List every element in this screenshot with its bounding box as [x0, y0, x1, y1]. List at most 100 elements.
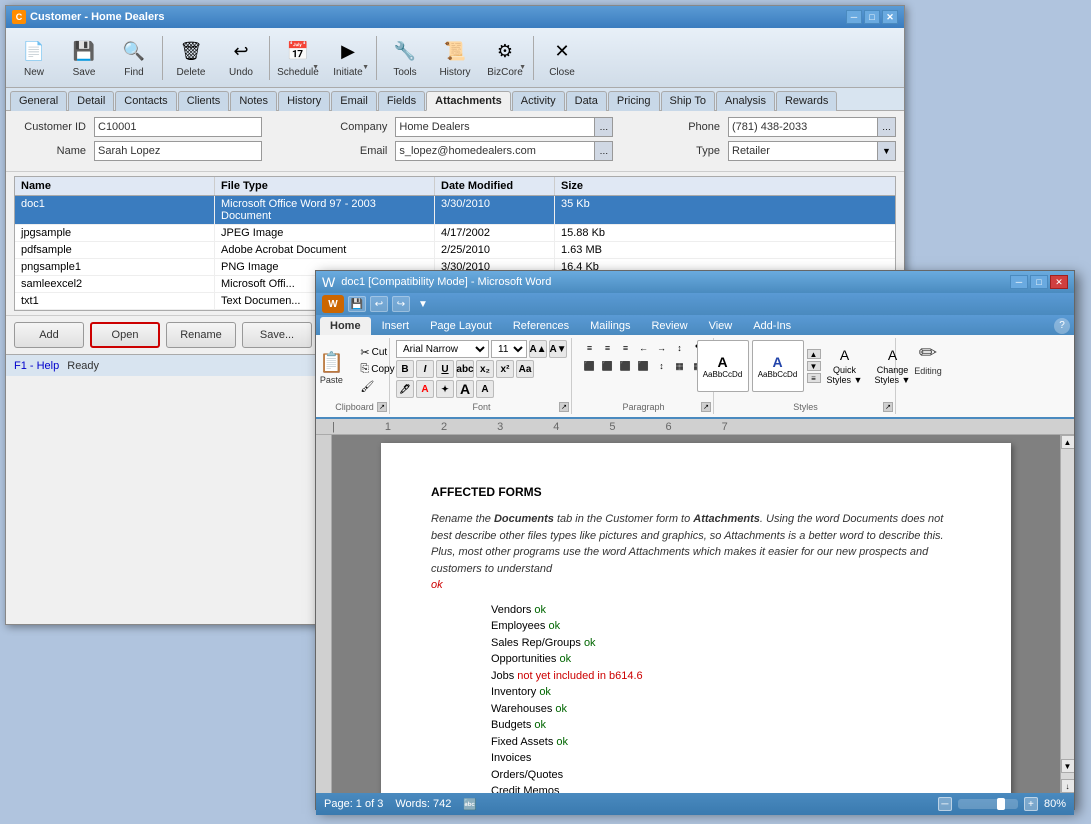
tab-ship-to[interactable]: Ship To	[661, 91, 716, 111]
toolbar-schedule[interactable]: 📅 Schedule ▼	[274, 32, 322, 84]
superscript-btn[interactable]: x²	[496, 360, 514, 378]
word-tab-references[interactable]: References	[503, 317, 579, 335]
email-lookup-btn[interactable]: …	[595, 141, 613, 161]
type-input[interactable]	[728, 141, 878, 161]
italic-btn[interactable]: I	[416, 360, 434, 378]
clear-format-btn[interactable]: ✦	[436, 380, 454, 398]
style-normal[interactable]: A AaBbCcDd	[697, 340, 749, 392]
open-button[interactable]: Open	[90, 322, 160, 348]
line-spacing-btn[interactable]: ↕	[654, 358, 670, 374]
align-left-btn[interactable]: ⬛	[582, 358, 598, 374]
style-heading1[interactable]: A AaBbCcDd	[752, 340, 804, 392]
strikethrough-btn[interactable]: abc	[456, 360, 474, 378]
numbered-btn[interactable]: ≡	[600, 340, 616, 356]
word-minimize-btn[interactable]: ─	[1010, 275, 1028, 289]
toolbar-new[interactable]: 📄 New	[10, 32, 58, 84]
word-tab-mailings[interactable]: Mailings	[580, 317, 640, 335]
font-color-btn[interactable]: A	[416, 380, 434, 398]
word-tab-review[interactable]: Review	[641, 317, 697, 335]
tab-detail[interactable]: Detail	[68, 91, 114, 111]
toolbar-find[interactable]: 🔍 Find	[110, 32, 158, 84]
add-button[interactable]: Add	[14, 322, 84, 348]
maximize-button[interactable]: □	[864, 10, 880, 24]
decrease-font-btn[interactable]: A▼	[549, 340, 567, 358]
tab-fields[interactable]: Fields	[378, 91, 425, 111]
font-size-select[interactable]: 11	[491, 340, 527, 358]
qa-save-btn[interactable]: 💾	[348, 296, 366, 312]
change-case-btn[interactable]: Aa	[516, 360, 534, 378]
styles-up-btn[interactable]: ▲	[807, 349, 821, 359]
zoom-in-btn[interactable]: +	[1024, 797, 1038, 811]
bullets-btn[interactable]: ≡	[582, 340, 598, 356]
company-input[interactable]	[395, 117, 595, 137]
tab-general[interactable]: General	[10, 91, 67, 111]
font-size-small-btn[interactable]: A	[476, 380, 494, 398]
toolbar-undo[interactable]: ↩ Undo	[217, 32, 265, 84]
bold-btn[interactable]: B	[396, 360, 414, 378]
styles-down-btn[interactable]: ▼	[807, 361, 821, 371]
rename-button[interactable]: Rename	[166, 322, 236, 348]
phone-input[interactable]	[728, 117, 878, 137]
tab-history[interactable]: History	[278, 91, 330, 111]
font-expand-btn[interactable]: ↗	[559, 402, 569, 412]
zoom-slider[interactable]	[958, 799, 1018, 809]
toolbar-close[interactable]: ✕ Close	[538, 32, 586, 84]
quick-styles-btn[interactable]: A QuickStyles ▼	[823, 341, 867, 391]
highlight-btn[interactable]: 🖊	[396, 380, 414, 398]
word-tab-home[interactable]: Home	[320, 317, 371, 335]
file-row-doc1[interactable]: doc1 Microsoft Office Word 97 - 2003 Doc…	[15, 196, 895, 225]
toolbar-tools[interactable]: 🔧 Tools	[381, 32, 429, 84]
help-icon[interactable]: ?	[1054, 318, 1070, 334]
scroll-down-btn[interactable]: ▼	[1061, 759, 1075, 773]
justify-btn[interactable]: ⬛	[636, 358, 652, 374]
customer-id-input[interactable]	[94, 117, 262, 137]
file-row-jpg[interactable]: jpgsample JPEG Image 4/17/2002 15.88 Kb	[15, 225, 895, 242]
toolbar-history[interactable]: 📜 History	[431, 32, 479, 84]
type-dropdown-btn[interactable]: ▼	[878, 141, 896, 161]
close-button[interactable]: ✕	[882, 10, 898, 24]
decrease-indent-btn[interactable]: ←	[636, 340, 652, 356]
styles-expand-btn[interactable]: ↗	[883, 402, 893, 412]
align-center-btn[interactable]: ⬛	[600, 358, 616, 374]
word-tab-view[interactable]: View	[699, 317, 743, 335]
tab-pricing[interactable]: Pricing	[608, 91, 660, 111]
tab-contacts[interactable]: Contacts	[115, 91, 176, 111]
qa-undo-btn[interactable]: ↩	[370, 296, 388, 312]
tab-rewards[interactable]: Rewards	[776, 91, 837, 111]
scroll-up-btn[interactable]: ▲	[1061, 435, 1075, 449]
font-name-select[interactable]: Arial Narrow	[396, 340, 489, 358]
toolbar-save[interactable]: 💾 Save	[60, 32, 108, 84]
phone-lookup-btn[interactable]: …	[878, 117, 896, 137]
word-doc-scroll[interactable]: AFFECTED FORMS Rename the Documents tab …	[332, 435, 1060, 793]
toolbar-bizcore[interactable]: ⚙ BizCore ▼	[481, 32, 529, 84]
font-size-up-btn[interactable]: A	[456, 380, 474, 398]
tab-activity[interactable]: Activity	[512, 91, 565, 111]
tab-data[interactable]: Data	[566, 91, 607, 111]
tab-notes[interactable]: Notes	[230, 91, 277, 111]
word-tab-addins[interactable]: Add-Ins	[743, 317, 801, 335]
shading-btn[interactable]: ▦	[672, 358, 688, 374]
multilevel-btn[interactable]: ≡	[618, 340, 634, 356]
paste-btn[interactable]: 📋 Paste	[309, 341, 353, 397]
tab-clients[interactable]: Clients	[178, 91, 230, 111]
office-button[interactable]: W	[322, 295, 344, 313]
clipboard-expand-btn[interactable]: ↗	[377, 402, 387, 412]
increase-indent-btn[interactable]: →	[654, 340, 670, 356]
tab-analysis[interactable]: Analysis	[716, 91, 775, 111]
toolbar-delete[interactable]: 🗑 Delete	[167, 32, 215, 84]
scroll-next-page-btn[interactable]: ↓	[1061, 779, 1075, 793]
help-link[interactable]: F1 - Help	[14, 360, 59, 372]
company-lookup-btn[interactable]: …	[595, 117, 613, 137]
name-input[interactable]	[94, 141, 262, 161]
qa-redo-btn[interactable]: ↪	[392, 296, 410, 312]
word-close-btn[interactable]: ✕	[1050, 275, 1068, 289]
save-attach-button[interactable]: Save...	[242, 322, 312, 348]
email-input[interactable]	[395, 141, 595, 161]
word-tab-insert[interactable]: Insert	[372, 317, 420, 335]
align-right-btn[interactable]: ⬛	[618, 358, 634, 374]
sort-btn[interactable]: ↕	[672, 340, 688, 356]
tab-attachments[interactable]: Attachments	[426, 91, 511, 111]
subscript-btn[interactable]: x₂	[476, 360, 494, 378]
word-tab-page-layout[interactable]: Page Layout	[420, 317, 502, 335]
increase-font-btn[interactable]: A▲	[529, 340, 547, 358]
